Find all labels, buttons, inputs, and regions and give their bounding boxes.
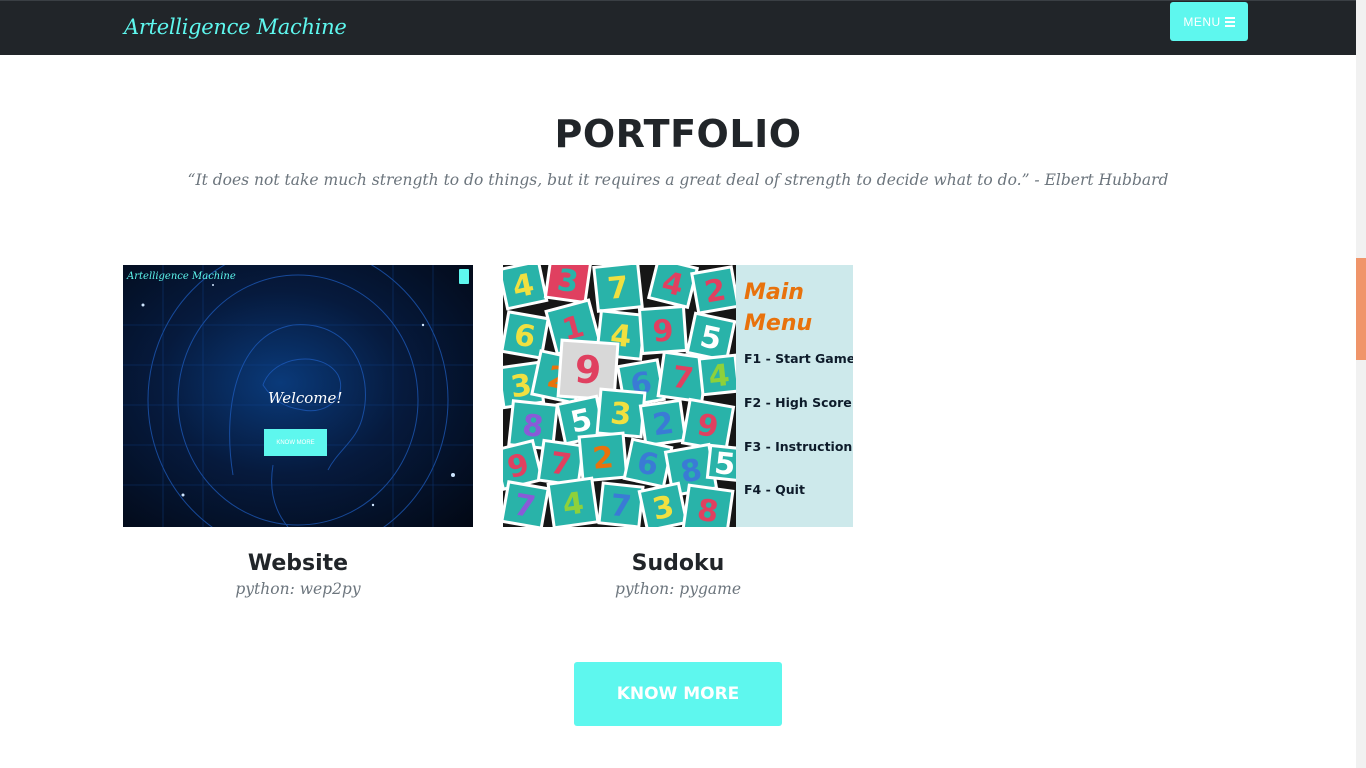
portfolio-item-website[interactable]: Artelligence Machine Welcome! KNOW MORE …: [123, 265, 473, 598]
svg-text:7: 7: [609, 488, 633, 525]
svg-text:8: 8: [695, 493, 721, 527]
sudoku-menu-option: F2 - High Score: [744, 395, 852, 410]
sudoku-menu-title: Main Menu: [744, 277, 812, 339]
number-tiles-graphic: 4 3 7 4 2 6 1 4 9 5 3 2 9 6 7 4 8 5 3 2: [503, 265, 736, 527]
menu-label: MENU: [1183, 14, 1221, 29]
portfolio-item-subtitle: python: wep2py: [235, 580, 361, 598]
page-scrollbar[interactable]: [1356, 0, 1366, 768]
portfolio-item-title: Sudoku: [631, 551, 725, 576]
know-more-button[interactable]: KNOW MORE: [574, 662, 782, 726]
brand-logo[interactable]: Artelligence Machine: [124, 15, 347, 39]
hamburger-icon: [1224, 16, 1235, 27]
sudoku-thumbnail[interactable]: 4 3 7 4 2 6 1 4 9 5 3 2 9 6 7 4 8 5 3 2: [503, 265, 853, 527]
sudoku-main-menu: Main Menu F1 - Start Game F2 - High Scor…: [736, 265, 853, 527]
sudoku-menu-option: F3 - Instructions: [744, 439, 853, 454]
section-quote: “It does not take much strength to do th…: [187, 171, 1169, 189]
sudoku-menu-option: F1 - Start Game: [744, 351, 853, 366]
svg-text:4: 4: [707, 358, 731, 395]
sudoku-menu-title-line1: Main: [744, 280, 804, 305]
navbar: Artelligence Machine MENU: [0, 0, 1356, 55]
portfolio-item-subtitle: python: pygame: [614, 580, 742, 598]
thumbnail-button: KNOW MORE: [264, 429, 327, 456]
thumbnail-welcome: Welcome!: [268, 389, 343, 407]
portfolio-item-title: Website: [247, 551, 349, 576]
thumbnail-menu-icon: [459, 269, 469, 284]
section-title: PORTFOLIO: [554, 112, 802, 156]
sudoku-menu-option: F4 - Quit: [744, 482, 805, 497]
scrollbar-thumb[interactable]: [1356, 258, 1366, 360]
svg-text:9: 9: [651, 313, 674, 349]
website-thumbnail[interactable]: Artelligence Machine Welcome! KNOW MORE: [123, 265, 473, 527]
sudoku-menu-title-line2: Menu: [744, 311, 813, 336]
svg-text:3: 3: [609, 396, 633, 433]
thumbnail-brand: Artelligence Machine: [127, 271, 236, 282]
svg-text:7: 7: [606, 270, 630, 307]
portfolio-item-sudoku[interactable]: 4 3 7 4 2 6 1 4 9 5 3 2 9 6 7 4 8 5 3 2: [503, 265, 853, 598]
menu-button[interactable]: MENU: [1170, 2, 1248, 41]
svg-text:2: 2: [591, 440, 615, 477]
svg-text:9: 9: [573, 347, 602, 393]
svg-text:5: 5: [713, 446, 736, 483]
